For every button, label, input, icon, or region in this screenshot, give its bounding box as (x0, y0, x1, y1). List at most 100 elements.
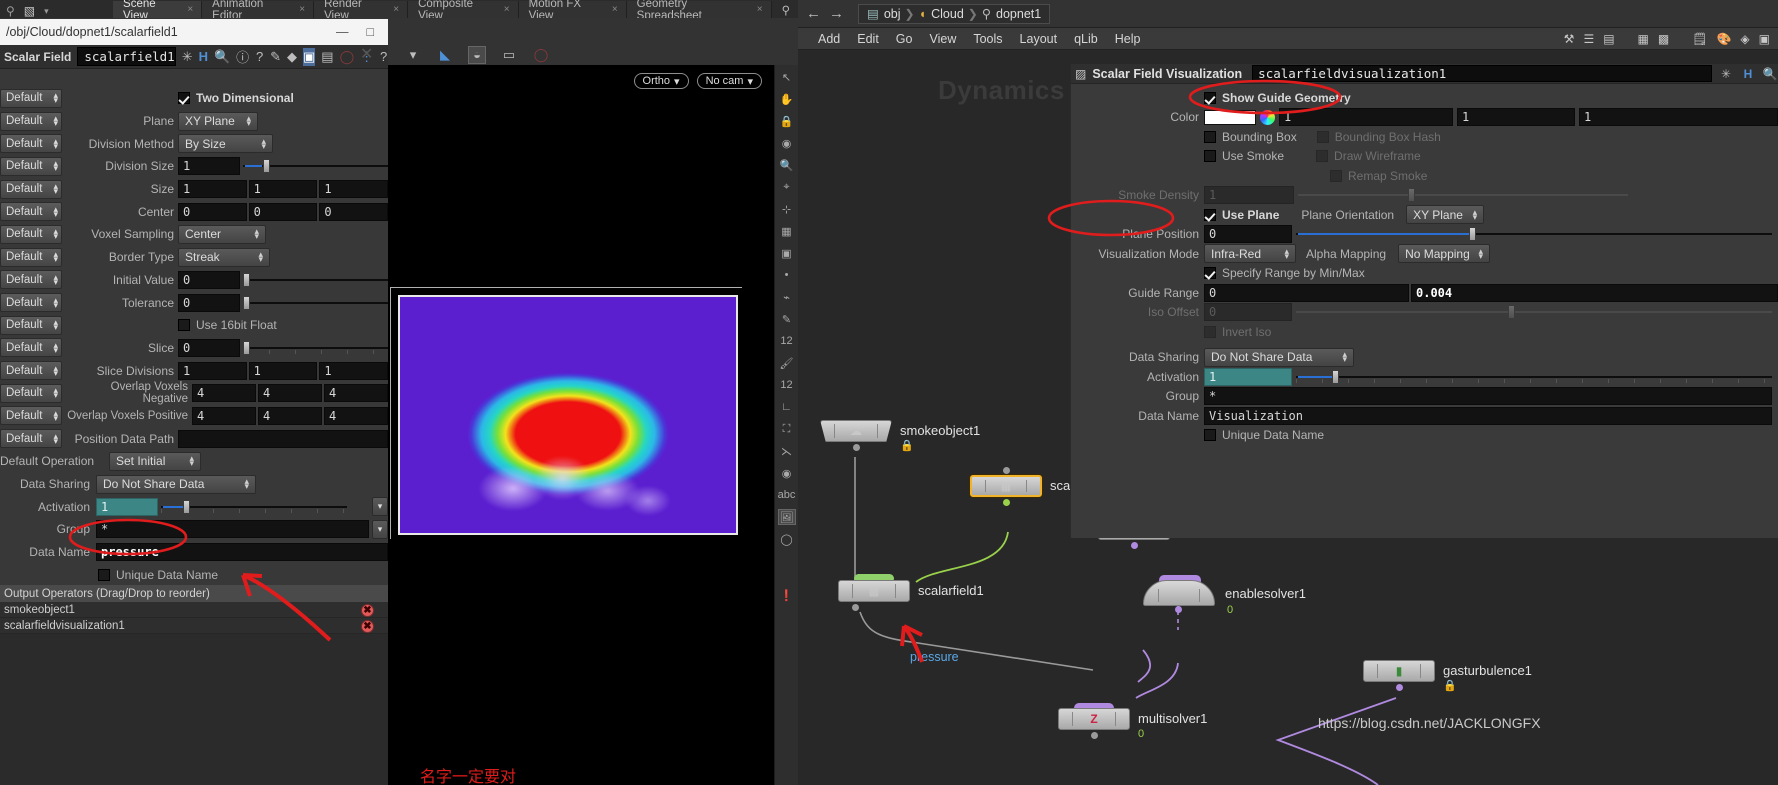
spinner-icon[interactable]: ▴ ▾ (53, 136, 61, 150)
default-menu[interactable]: Default ▴ ▾ (0, 111, 62, 131)
center-z-field[interactable]: 0 (319, 202, 389, 221)
note-icon[interactable]: 🗒 (1692, 32, 1707, 46)
spinner-icon[interactable]: ▴ ▾ (53, 272, 61, 286)
node-output-port[interactable] (1131, 542, 1138, 549)
spinner-icon[interactable]: ▴ ▾ (53, 363, 61, 377)
slice-div-y-field[interactable]: 1 (248, 361, 318, 380)
default-menu[interactable]: Default ▴ ▾ (0, 338, 62, 358)
search-icon[interactable]: 🔍 (1762, 67, 1778, 81)
row-remap-smoke[interactable]: Remap Smoke (1071, 166, 1778, 186)
plane-position-slider[interactable] (1296, 227, 1772, 242)
number-12-icon[interactable]: 12 (778, 333, 796, 349)
smoke-density-field[interactable]: 1 (1204, 186, 1294, 205)
point-snap-icon[interactable]: ⊹ (778, 201, 796, 217)
maximize-icon[interactable]: □ (366, 25, 374, 39)
close-icon[interactable]: × (504, 4, 510, 15)
node-display-flag[interactable]: 0 (1227, 604, 1233, 616)
visualization-mode-menu[interactable]: Infra-Red ▴ ▾ (1204, 244, 1296, 264)
spinner-icon[interactable]: ▴ ▾ (1471, 246, 1484, 260)
list-icon[interactable]: ☰ (1583, 32, 1594, 46)
use-plane-checkbox[interactable] (1204, 208, 1216, 221)
chevron-down-icon[interactable]: ▾ (44, 6, 49, 17)
houdini-h-icon[interactable]: H (199, 48, 208, 66)
data-name-field[interactable]: Visualization (1204, 406, 1772, 425)
guide-range-min-field[interactable]: 0 (1204, 283, 1409, 302)
text-abc-icon[interactable]: abc (778, 487, 796, 503)
node-scalarfieldvisualization1[interactable]: ▦ scal (970, 467, 1073, 506)
plane-position-field[interactable]: 0 (1204, 225, 1292, 244)
pick-icon[interactable]: ✎ (270, 48, 281, 66)
draw-wireframe-checkbox[interactable] (1316, 150, 1329, 163)
activation-field[interactable]: 1 (96, 497, 158, 516)
transform-icon[interactable]: ⛶ (778, 421, 796, 437)
slice-div-z-field[interactable]: 1 (319, 361, 389, 380)
specify-range-checkbox[interactable] (1204, 267, 1216, 280)
viewport-top-controls[interactable]: Ortho ▾ No cam ▾ (633, 73, 792, 89)
default-menu[interactable]: Default ▴ ▾ (0, 406, 62, 426)
spinner-icon[interactable]: ▴ ▾ (253, 136, 266, 150)
tab-scene-view[interactable]: Scene View × (113, 0, 203, 22)
tolerance-slider[interactable] (243, 295, 388, 310)
display-shaded-icon[interactable]: ◒ (468, 45, 486, 64)
forward-arrow-icon[interactable]: → (829, 5, 844, 22)
spinner-icon[interactable]: ▴ ▾ (53, 159, 61, 173)
row-sfvis-data-name[interactable]: Data Name Visualization (1071, 406, 1778, 426)
node-body[interactable]: ▦ (970, 475, 1042, 497)
menu-view[interactable]: View (929, 32, 956, 46)
default-menu[interactable]: Default ▴ ▾ (0, 88, 62, 108)
overlap-pos-y-field[interactable]: 4 (258, 406, 322, 425)
node-icon[interactable]: ⋋ (778, 443, 796, 459)
node-body[interactable] (1143, 580, 1215, 606)
breadcrumb[interactable]: ← → ▤ obj ❯ ◖ Cloud ❯ ⚲ dopnet1 (798, 0, 1778, 28)
spinner-icon[interactable]: ▴ ▾ (53, 204, 61, 218)
overlap-neg-x-field[interactable]: 4 (192, 384, 256, 403)
node-gasturbulence1[interactable]: ▮ gasturbulence1 🔒 (1363, 660, 1532, 692)
panel-icon[interactable]: ▤ (1603, 32, 1614, 46)
voxel-sampling-menu[interactable]: Center ▴ ▾ (178, 224, 266, 244)
row-initial-value[interactable]: Default ▴ ▾ Initial Value 0 (0, 269, 388, 292)
template-icon[interactable]: ◯ (340, 48, 355, 66)
breadcrumb-item-obj[interactable]: ▤ obj (867, 6, 901, 22)
parameter-window-titlebar[interactable]: /obj/Cloud/dopnet1/scalarfield1 — □ (0, 19, 388, 45)
node-output-port[interactable] (1175, 606, 1182, 613)
node-input-port[interactable] (1003, 467, 1010, 474)
data-name-field[interactable]: pressure (96, 543, 388, 562)
row-group[interactable]: Group * ▾ (0, 518, 388, 541)
slice-div-x-field[interactable]: 1 (178, 361, 247, 380)
alpha-mapping-menu[interactable]: No Mapping ▴ ▾ (1398, 244, 1491, 264)
spinner-icon[interactable]: ▴ ▾ (238, 114, 251, 128)
color-swatch[interactable] (1204, 109, 1256, 125)
menu-tools[interactable]: Tools (973, 32, 1002, 46)
grid2-icon[interactable]: ▩ (1658, 32, 1669, 46)
list-item[interactable]: smokeobject1 (0, 602, 388, 618)
spinner-icon[interactable]: ▴ ▾ (53, 91, 61, 105)
node-body[interactable]: ☁ (820, 420, 892, 442)
group-overflow-menu[interactable]: ▾ (372, 519, 388, 539)
spinner-icon[interactable]: ▴ ▾ (53, 114, 61, 128)
viewport-right-toolbar[interactable]: ↖ ✋ 🔒 ◉ 🔍 ⌖ ⊹ ▦ ▣ • ⌁ ✎ 12 🖌 12 ∟ ⛶ ⋋ ◉ … (774, 65, 798, 785)
default-menu[interactable]: Default ▴ ▾ (0, 270, 62, 290)
select-icon[interactable]: ↖ (778, 69, 796, 85)
parameter-window[interactable]: /obj/Cloud/dopnet1/scalarfield1 — □ ✕ Sc… (0, 19, 389, 785)
dot-icon[interactable]: • (778, 267, 796, 283)
camera-menu[interactable]: No cam ▾ (696, 73, 762, 89)
output-operators-empty-area[interactable] (0, 634, 388, 785)
spinner-icon[interactable]: ▴ ▾ (236, 477, 249, 491)
row-data-name[interactable]: Data Name pressure (0, 541, 388, 564)
help-icon[interactable]: ? (255, 48, 264, 66)
initial-value-field[interactable]: 0 (178, 270, 240, 289)
angle-icon[interactable]: ∟ (778, 399, 796, 415)
row-use-smoke[interactable]: Use Smoke Draw Wireframe (1071, 147, 1778, 167)
magnify-icon[interactable]: 🔍 (778, 157, 796, 173)
help-circle-icon[interactable]: ? (379, 48, 388, 66)
search-icon[interactable]: 🔍 (214, 48, 230, 66)
row-sfvis-activation[interactable]: Activation 1 (1071, 367, 1778, 387)
gear-icon[interactable]: ✳ (182, 48, 193, 66)
activation-slider[interactable] (161, 499, 347, 514)
row-voxel-sampling[interactable]: Default ▴ ▾ Voxel Sampling Center ▴ ▾ (0, 223, 388, 246)
default-menu[interactable]: Default ▴ ▾ (0, 429, 62, 449)
sfvis-node-name-field[interactable]: scalarfieldvisualization1 (1252, 65, 1712, 82)
minimize-icon[interactable]: — (336, 25, 349, 39)
chevron-down-icon[interactable]: ▾ (404, 46, 422, 64)
tools-icon[interactable]: ⚒ (1564, 32, 1575, 46)
